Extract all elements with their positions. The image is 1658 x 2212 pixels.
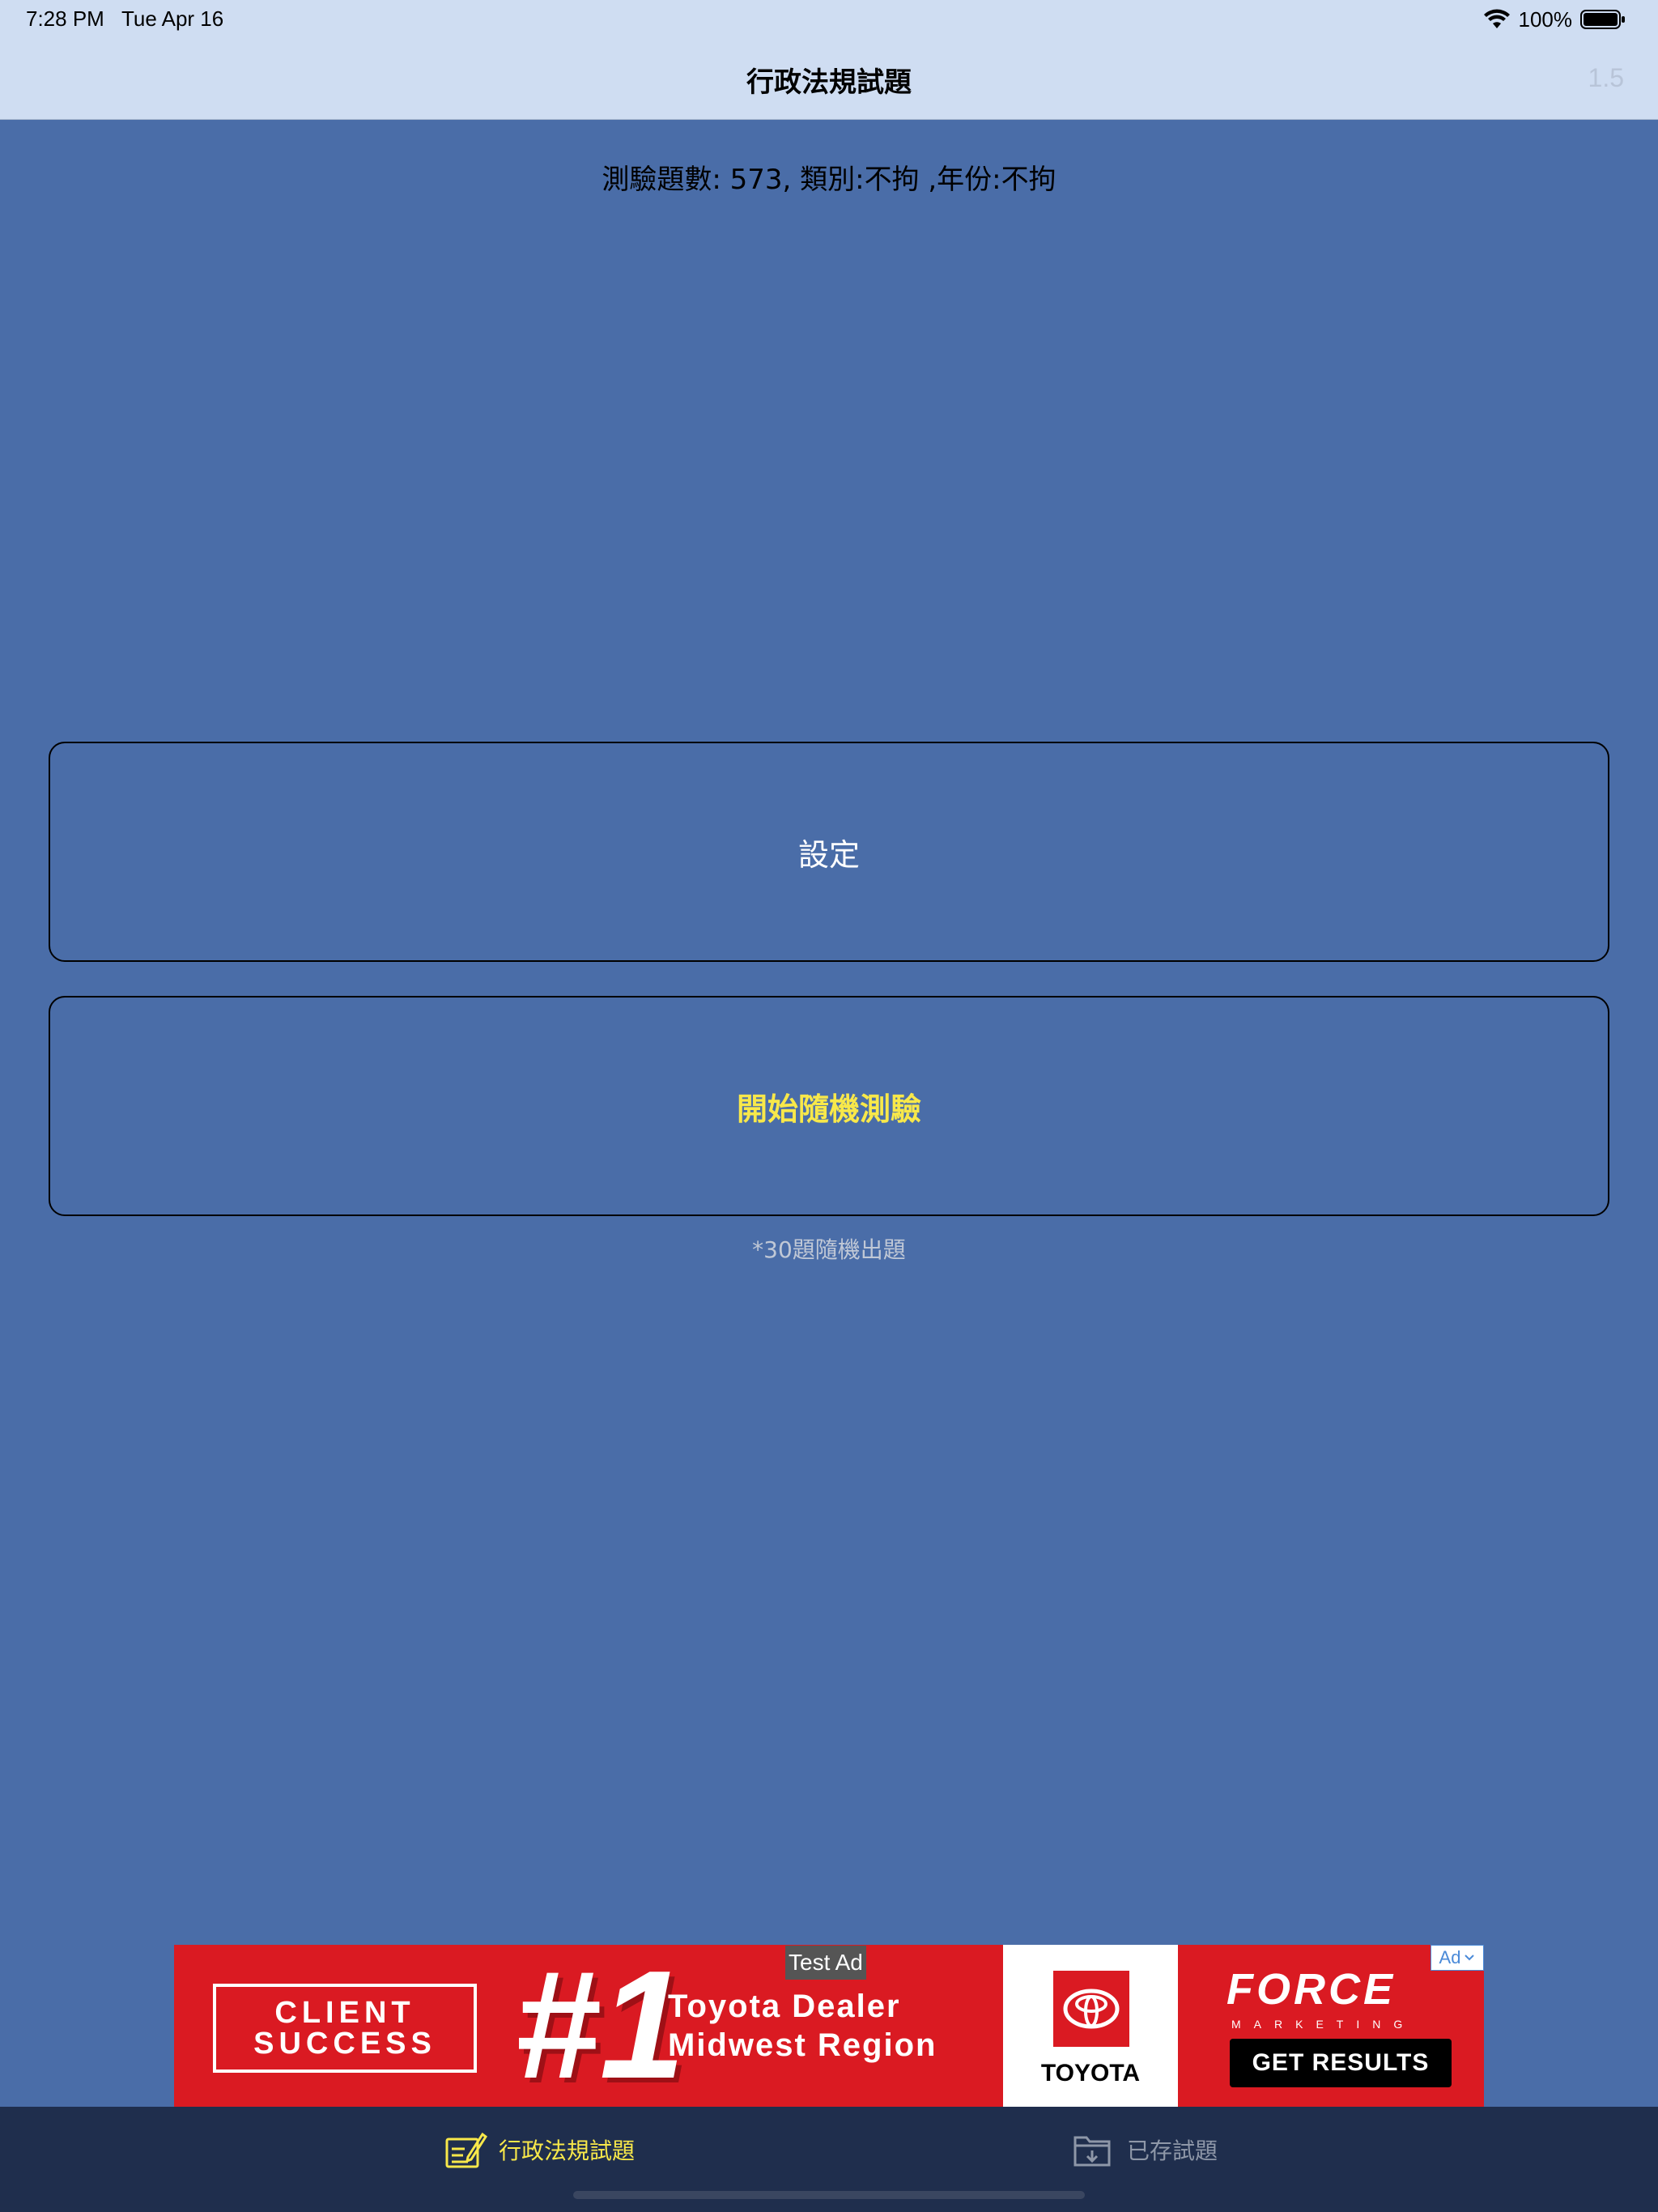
ad-force-subtitle: MARKETING [1231, 2018, 1416, 2031]
version-label: 1.5 [1588, 63, 1624, 92]
start-button-label: 開始隨機測驗 [736, 1091, 921, 1127]
ad-client-success: CLIENT SUCCESS [213, 1984, 477, 2073]
start-random-quiz-button[interactable]: 開始隨機測驗 [49, 996, 1609, 1216]
ad-badge-label: Ad [1439, 1947, 1461, 1967]
ad-get-results-button[interactable]: GET RESULTS [1230, 2039, 1452, 2087]
status-time: 7:28 PM [26, 6, 104, 31]
random-hint: *30題隨機出題 [752, 1236, 906, 1263]
ad-force-logo: FORCE [1226, 1965, 1396, 2014]
tab-saved-label: 已存試題 [1127, 2138, 1218, 2164]
edit-note-icon [445, 2132, 487, 2168]
ad-choices-badge[interactable]: Ad [1431, 1945, 1484, 1971]
battery-percent: 100% [1518, 6, 1573, 32]
ad-headline: Toyota Dealer Midwest Region [668, 1989, 937, 2063]
settings-button[interactable]: 設定 [49, 742, 1609, 962]
chevron-down-icon [1465, 1955, 1475, 1961]
tab-quiz-label: 行政法規試題 [499, 2138, 636, 2164]
toyota-label: TOYOTA [1040, 2060, 1141, 2087]
status-date: Tue Apr 16 [121, 6, 224, 31]
quiz-summary: 測驗題數: 573, 類別:不拘 ,年份:不拘 [602, 164, 1056, 196]
folder-download-icon [1073, 2136, 1111, 2167]
home-indicator [573, 2191, 1085, 2199]
settings-button-label: 設定 [797, 836, 860, 873]
wifi-icon [1483, 9, 1510, 28]
status-indicators: 100% [1483, 5, 1626, 34]
ad-number-one: #1 [514, 1945, 686, 2107]
battery-icon [1580, 10, 1625, 29]
ad-toyota-panel: TOYOTA [1003, 1945, 1178, 2107]
status-bar: 7:28 PM Tue Apr 16 100% [0, 0, 1658, 39]
tab-saved[interactable]: 已存試題 [1072, 2128, 1218, 2172]
toyota-logo-icon [1053, 1971, 1129, 2047]
page-title: 行政法規試題 [746, 66, 912, 99]
test-ad-label: Test Ad [785, 1946, 866, 1980]
navigation-bar: 行政法規試題 1.5 [0, 39, 1658, 120]
tab-quiz[interactable]: 行政法規試題 [444, 2128, 635, 2172]
